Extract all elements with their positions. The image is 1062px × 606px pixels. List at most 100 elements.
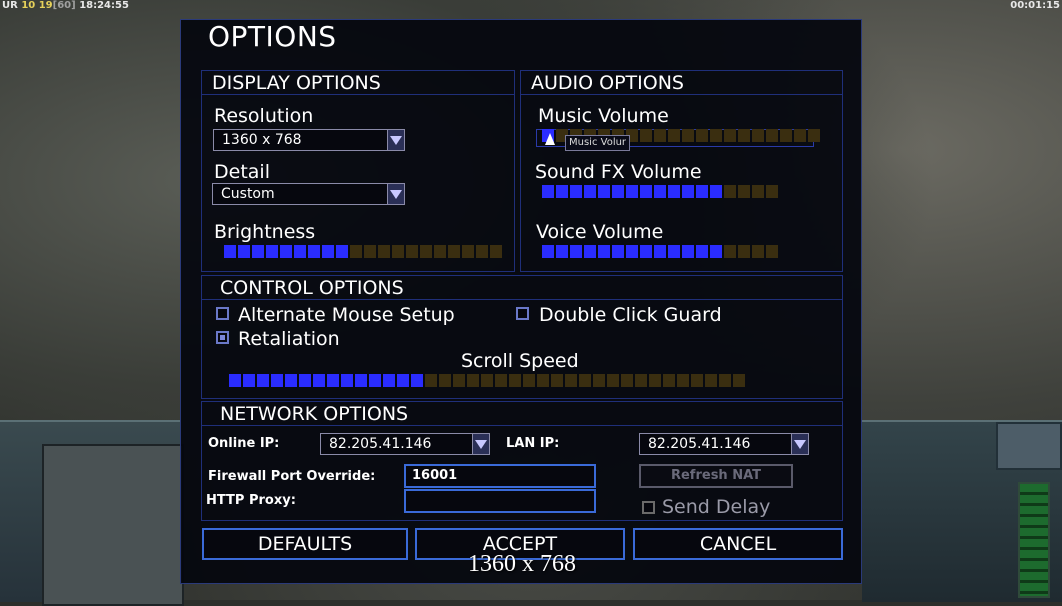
slider-segment[interactable] [696,129,708,142]
slider-segment[interactable] [766,129,778,142]
slider-segment[interactable] [369,374,381,387]
slider-segment[interactable] [551,374,563,387]
slider-segment[interactable] [696,185,708,198]
slider-segment[interactable] [612,245,624,258]
slider-segment[interactable] [229,374,241,387]
slider-segment[interactable] [490,245,502,258]
slider-segment[interactable] [378,245,390,258]
sound-fx-volume-slider[interactable] [542,185,778,198]
slider-segment[interactable] [462,245,474,258]
voice-volume-slider[interactable] [542,245,778,258]
slider-segment[interactable] [724,185,736,198]
slider-segment[interactable] [327,374,339,387]
slider-segment[interactable] [724,129,736,142]
slider-segment[interactable] [350,245,362,258]
slider-segment[interactable] [406,245,418,258]
lan-ip-dropdown[interactable]: 82.205.41.146 [639,433,809,455]
slider-segment[interactable] [705,374,717,387]
slider-segment[interactable] [537,374,549,387]
refresh-nat-button[interactable]: Refresh NAT [639,464,793,488]
slider-segment[interactable] [434,245,446,258]
slider-segment[interactable] [448,245,460,258]
slider-segment[interactable] [593,374,605,387]
slider-segment[interactable] [542,185,554,198]
slider-segment[interactable] [420,245,432,258]
firewall-port-input[interactable]: 16001 [404,464,596,488]
slider-segment[interactable] [607,374,619,387]
slider-segment[interactable] [682,129,694,142]
chevron-down-icon[interactable] [791,434,808,454]
slider-segment[interactable] [710,185,722,198]
slider-segment[interactable] [724,245,736,258]
slider-segment[interactable] [565,374,577,387]
slider-segment[interactable] [640,129,652,142]
slider-segment[interactable] [257,374,269,387]
chevron-down-icon[interactable] [387,130,404,150]
slider-segment[interactable] [570,185,582,198]
slider-segment[interactable] [224,245,236,258]
slider-segment[interactable] [682,245,694,258]
slider-segment[interactable] [738,185,750,198]
slider-segment[interactable] [509,374,521,387]
slider-segment[interactable] [738,245,750,258]
slider-segment[interactable] [584,245,596,258]
slider-segment[interactable] [635,374,647,387]
slider-segment[interactable] [808,129,820,142]
chevron-down-icon[interactable] [472,434,489,454]
slider-segment[interactable] [467,374,479,387]
slider-segment[interactable] [453,374,465,387]
retaliation-checkbox[interactable] [216,331,229,344]
slider-segment[interactable] [425,374,437,387]
slider-segment[interactable] [752,245,764,258]
slider-segment[interactable] [626,185,638,198]
slider-segment[interactable] [780,129,792,142]
slider-segment[interactable] [677,374,689,387]
slider-segment[interactable] [598,185,610,198]
slider-segment[interactable] [682,185,694,198]
scroll-speed-slider[interactable] [229,374,745,387]
slider-segment[interactable] [355,374,367,387]
slider-segment[interactable] [752,185,764,198]
slider-segment[interactable] [285,374,297,387]
slider-segment[interactable] [733,374,745,387]
alternate-mouse-checkbox[interactable] [216,307,229,320]
brightness-slider[interactable] [224,245,502,258]
slider-segment[interactable] [556,185,568,198]
slider-segment[interactable] [476,245,488,258]
slider-segment[interactable] [308,245,320,258]
slider-segment[interactable] [322,245,334,258]
slider-segment[interactable] [299,374,311,387]
slider-segment[interactable] [243,374,255,387]
defaults-button[interactable]: DEFAULTS [202,528,408,560]
slider-segment[interactable] [570,245,582,258]
slider-segment[interactable] [579,374,591,387]
chevron-down-icon[interactable] [387,184,404,204]
slider-segment[interactable] [392,245,404,258]
slider-segment[interactable] [481,374,493,387]
slider-segment[interactable] [271,374,283,387]
http-proxy-input[interactable] [404,489,596,513]
slider-segment[interactable] [649,374,661,387]
slider-segment[interactable] [719,374,731,387]
slider-segment[interactable] [654,245,666,258]
slider-segment[interactable] [252,245,264,258]
slider-segment[interactable] [495,374,507,387]
slider-segment[interactable] [397,374,409,387]
slider-segment[interactable] [383,374,395,387]
resolution-dropdown[interactable]: 1360 x 768 [213,129,405,151]
slider-segment[interactable] [598,245,610,258]
slider-segment[interactable] [336,245,348,258]
slider-segment[interactable] [663,374,675,387]
slider-segment[interactable] [266,245,278,258]
slider-segment[interactable] [654,129,666,142]
slider-segment[interactable] [738,129,750,142]
slider-segment[interactable] [364,245,376,258]
slider-segment[interactable] [794,129,806,142]
cancel-button[interactable]: CANCEL [633,528,843,560]
slider-segment[interactable] [341,374,353,387]
slider-segment[interactable] [584,185,596,198]
slider-segment[interactable] [640,245,652,258]
slider-segment[interactable] [280,245,292,258]
slider-segment[interactable] [668,129,680,142]
slider-segment[interactable] [542,245,554,258]
